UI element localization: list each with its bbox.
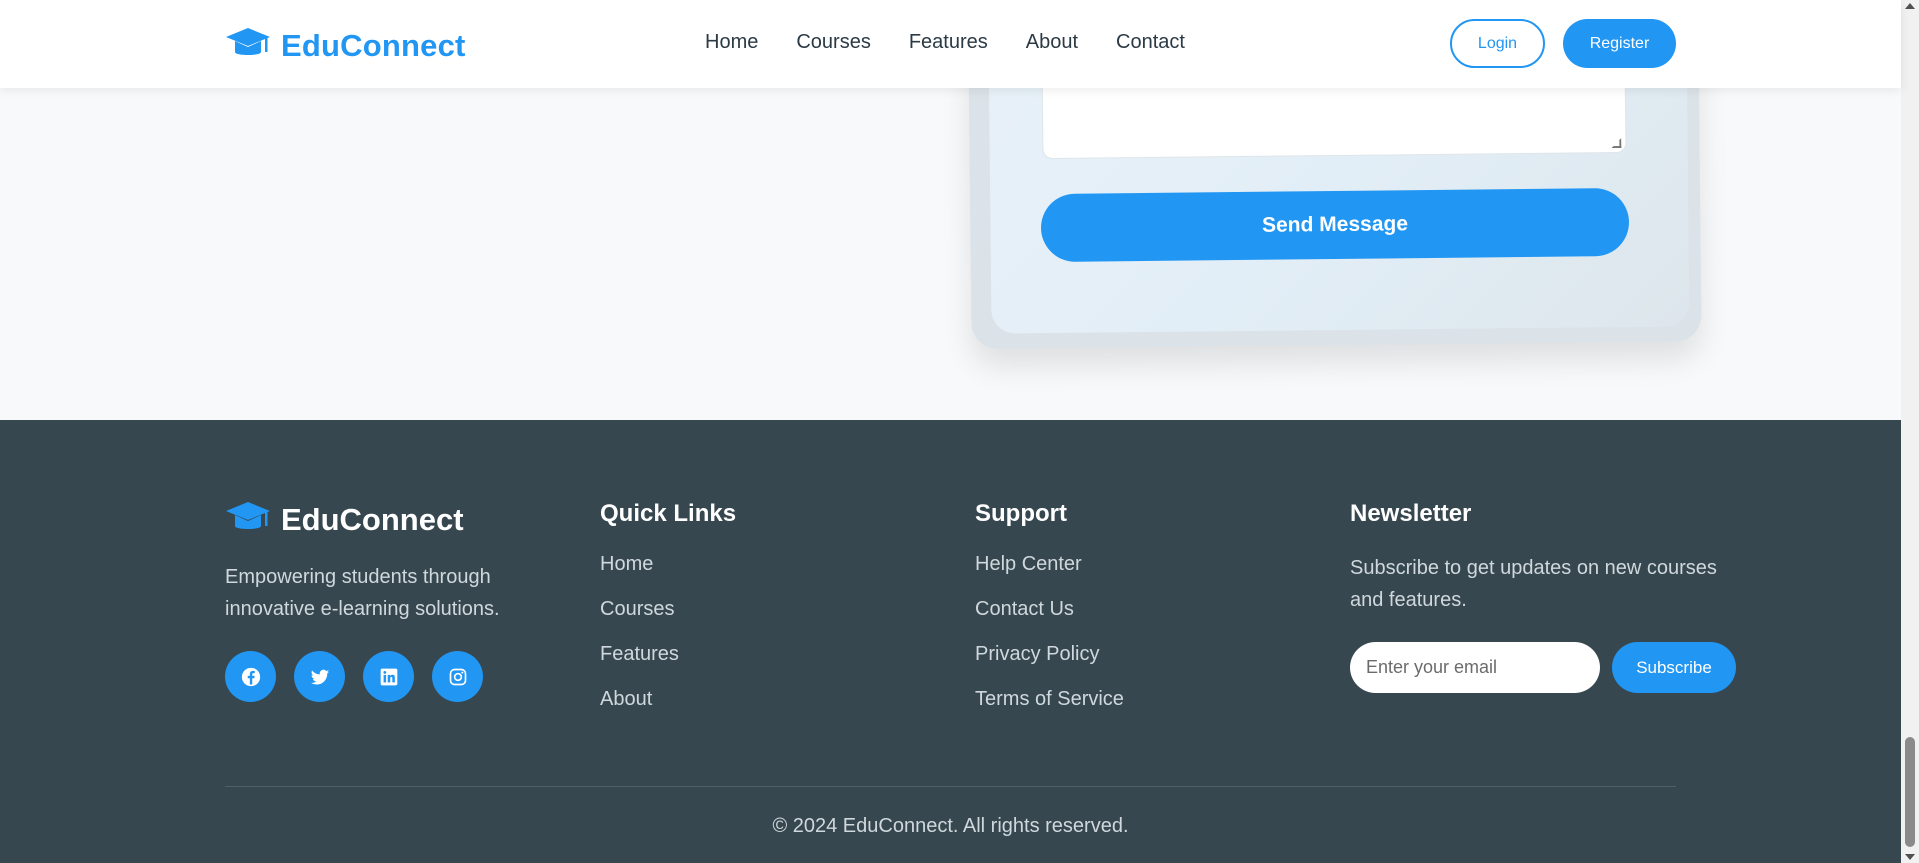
site-footer: EduConnect Empowering students through i… xyxy=(0,420,1901,863)
twitter-icon[interactable] xyxy=(294,651,345,702)
footer-logo[interactable]: EduConnect xyxy=(225,500,545,539)
subscribe-button[interactable]: Subscribe xyxy=(1612,642,1736,693)
scroll-down-arrow-icon[interactable] xyxy=(1905,854,1915,860)
footer-brand-column: EduConnect Empowering students through i… xyxy=(225,498,545,702)
footer-link-help-center[interactable]: Help Center xyxy=(975,552,1124,597)
quick-links-title: Quick Links xyxy=(600,500,737,527)
footer-link-privacy-policy[interactable]: Privacy Policy xyxy=(975,642,1124,687)
footer-divider xyxy=(225,786,1676,787)
footer-link-features[interactable]: Features xyxy=(600,642,736,687)
newsletter-description: Subscribe to get updates on new courses … xyxy=(1350,557,1717,611)
graduation-cap-icon xyxy=(225,500,271,539)
site-header: EduConnect Home Courses Features About C… xyxy=(0,0,1901,88)
main-nav: Home Courses Features About Contact xyxy=(705,31,1185,54)
quick-links-list: Home Courses Features About xyxy=(600,552,736,732)
brand-logo[interactable]: EduConnect xyxy=(225,26,466,65)
footer-link-home[interactable]: Home xyxy=(600,552,736,597)
footer-brand-name: EduConnect xyxy=(281,501,464,537)
graduation-cap-icon xyxy=(225,26,271,65)
footer-link-about[interactable]: About xyxy=(600,687,736,732)
social-links xyxy=(225,651,545,702)
footer-link-contact-us[interactable]: Contact Us xyxy=(975,597,1124,642)
copyright-text: © 2024 EduConnect. All rights reserved. xyxy=(772,815,1129,837)
brand-name: EduConnect xyxy=(281,27,466,63)
linkedin-icon[interactable] xyxy=(363,651,414,702)
nav-courses[interactable]: Courses xyxy=(796,31,870,54)
resize-handle[interactable] xyxy=(1611,138,1621,148)
instagram-icon[interactable] xyxy=(432,651,483,702)
register-button[interactable]: Register xyxy=(1563,19,1676,68)
page-scrollbar[interactable] xyxy=(1901,0,1919,863)
facebook-icon[interactable] xyxy=(225,651,276,702)
newsletter-email-input[interactable] xyxy=(1350,642,1600,693)
support-list: Help Center Contact Us Privacy Policy Te… xyxy=(975,552,1124,732)
nav-home[interactable]: Home xyxy=(705,31,758,54)
newsletter-form: Subscribe xyxy=(1350,642,1740,693)
scroll-up-arrow-icon[interactable] xyxy=(1905,3,1915,9)
send-message-button[interactable]: Send Message xyxy=(1040,187,1630,263)
footer-description: Empowering students through innovative e… xyxy=(225,566,500,620)
quick-links-column: Quick Links Home Courses Features About xyxy=(600,500,736,732)
newsletter-column: Newsletter Subscribe to get updates on n… xyxy=(1350,500,1740,693)
scrollbar-thumb[interactable] xyxy=(1905,737,1915,847)
footer-link-courses[interactable]: Courses xyxy=(600,597,736,642)
support-title: Support xyxy=(975,500,1067,527)
login-button[interactable]: Login xyxy=(1450,19,1545,68)
footer-link-terms-of-service[interactable]: Terms of Service xyxy=(975,687,1124,732)
nav-about[interactable]: About xyxy=(1026,31,1078,54)
support-column: Support Help Center Contact Us Privacy P… xyxy=(975,500,1124,732)
nav-features[interactable]: Features xyxy=(909,31,988,54)
newsletter-title: Newsletter xyxy=(1350,500,1472,527)
nav-contact[interactable]: Contact xyxy=(1116,31,1185,54)
